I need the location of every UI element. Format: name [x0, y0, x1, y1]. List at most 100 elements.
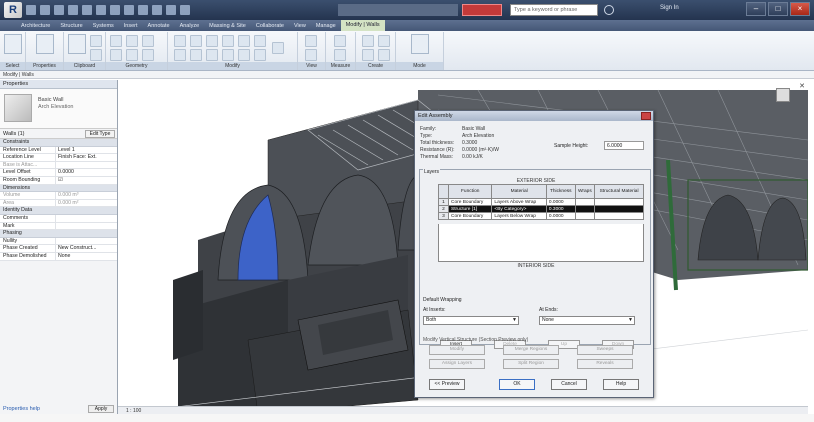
ribbon-tab[interactable]: Collaborate: [251, 23, 289, 29]
ribbon-tab[interactable]: Annotate: [143, 23, 175, 29]
edit-type-button[interactable]: Edit Type: [85, 130, 115, 138]
offset-icon[interactable]: [190, 35, 202, 47]
layer-material[interactable]: <By Category>: [491, 205, 547, 213]
layer-number[interactable]: 2: [438, 205, 449, 213]
align-icon[interactable]: [174, 35, 186, 47]
ribbon-tab[interactable]: Modify | Walls: [340, 20, 385, 31]
property-category[interactable]: Identity Data: [0, 207, 117, 215]
property-row[interactable]: Phase Demolished None: [0, 252, 117, 261]
layer-wraps-checkbox[interactable]: [574, 212, 596, 220]
property-row[interactable]: Area 0.000 m²: [0, 199, 117, 208]
ribbon-tab[interactable]: Massing & Site: [204, 23, 251, 29]
help-button[interactable]: Help: [603, 379, 639, 390]
split-face-icon[interactable]: [110, 49, 122, 61]
maximize-button[interactable]: □: [768, 2, 788, 16]
property-row[interactable]: Room Bounding ☑: [0, 176, 117, 185]
scale-icon[interactable]: [254, 49, 266, 61]
property-value[interactable]: [56, 215, 117, 222]
binoculars-icon[interactable]: [604, 5, 614, 15]
modify-tool-icon[interactable]: [4, 34, 22, 54]
ribbon-tab[interactable]: Structure: [55, 23, 87, 29]
3d-view-icon[interactable]: [124, 5, 134, 15]
instance-filter[interactable]: Walls (1) Edit Type: [0, 129, 117, 139]
layer-function[interactable]: Core Boundary: [447, 212, 493, 220]
create-assembly-icon[interactable]: [362, 35, 374, 47]
layer-material[interactable]: Layers Below Wrap: [491, 212, 547, 220]
override-icon[interactable]: [305, 49, 317, 61]
property-value[interactable]: ☑: [56, 177, 117, 184]
properties-icon[interactable]: [36, 34, 54, 54]
layer-structural-checkbox[interactable]: [594, 205, 644, 213]
property-value[interactable]: None: [56, 253, 117, 260]
ribbon-tab[interactable]: Systems: [88, 23, 119, 29]
property-row[interactable]: Location Line Finish Face: Ext.: [0, 154, 117, 162]
switch-windows-icon[interactable]: [180, 5, 190, 15]
ribbon-tab[interactable]: View: [289, 23, 311, 29]
apply-button[interactable]: Apply: [88, 405, 114, 413]
merge-regions-button[interactable]: Merge Regions: [503, 345, 559, 355]
property-value[interactable]: 0.000 m²: [56, 200, 117, 207]
pin-icon[interactable]: [254, 35, 266, 47]
section-icon[interactable]: [138, 5, 148, 15]
layer-row[interactable]: 2 Structure [1] <By Category> 0.3000: [438, 205, 644, 213]
ribbon-tab[interactable]: Architecture: [16, 23, 55, 29]
property-category[interactable]: Phasing: [0, 230, 117, 238]
delete-icon[interactable]: [272, 42, 284, 54]
mirror-pick-icon[interactable]: [206, 35, 218, 47]
cope-icon[interactable]: [110, 35, 122, 47]
edit-profile-icon[interactable]: [411, 34, 429, 54]
array-icon[interactable]: [238, 49, 250, 61]
layer-row[interactable]: 1 Core Boundary Layers Above Wrap 0.0000: [438, 198, 644, 206]
join-icon[interactable]: [142, 35, 154, 47]
ok-button[interactable]: OK: [499, 379, 535, 390]
sign-in-link[interactable]: Sign In: [660, 5, 679, 11]
layer-thickness[interactable]: 0.0000: [545, 198, 576, 206]
sweeps-button[interactable]: Sweeps: [577, 345, 633, 355]
cut-geometry-icon[interactable]: [126, 35, 138, 47]
layer-wraps-checkbox[interactable]: [574, 205, 596, 213]
property-value[interactable]: [56, 223, 117, 230]
sample-height-input[interactable]: 6.0000: [604, 141, 644, 150]
trim-icon[interactable]: [222, 49, 234, 61]
at-ends-select[interactable]: None ▼: [539, 316, 635, 325]
layer-number[interactable]: 3: [438, 212, 449, 220]
cut-icon[interactable]: [90, 35, 102, 47]
ribbon-tab[interactable]: Analyze: [175, 23, 205, 29]
property-value[interactable]: [56, 162, 117, 169]
undo-icon[interactable]: [54, 5, 64, 15]
create-parts-icon[interactable]: [378, 35, 390, 47]
property-value[interactable]: Level 1: [56, 147, 117, 154]
wall-joins-icon[interactable]: [142, 49, 154, 61]
create-group-icon[interactable]: [362, 49, 374, 61]
redo-icon[interactable]: [68, 5, 78, 15]
property-row[interactable]: Reference Level Level 1: [0, 146, 117, 155]
save-icon[interactable]: [40, 5, 50, 15]
dialog-close-button[interactable]: [641, 112, 651, 120]
layer-function[interactable]: Structure [1]: [447, 205, 493, 213]
at-inserts-select[interactable]: Both ▼: [423, 316, 519, 325]
split-region-button[interactable]: Split Region: [503, 359, 559, 369]
close-button[interactable]: ×: [790, 2, 810, 16]
open-icon[interactable]: [26, 5, 36, 15]
property-row[interactable]: Mark: [0, 222, 117, 231]
type-selector[interactable]: Basic Wall Arch Elevation: [0, 89, 117, 129]
close-hidden-icon[interactable]: [166, 5, 176, 15]
paint-icon[interactable]: [126, 49, 138, 61]
assign-layers-button[interactable]: Assign Layers: [429, 359, 485, 369]
property-row[interactable]: Phase Created New Construct...: [0, 245, 117, 253]
minimize-button[interactable]: –: [746, 2, 766, 16]
layer-wraps-checkbox[interactable]: [574, 198, 596, 206]
layer-structural-checkbox[interactable]: [594, 212, 644, 220]
property-row[interactable]: Base is Attac...: [0, 161, 117, 170]
property-category[interactable]: Dimensions: [0, 184, 117, 193]
layer-material[interactable]: Layers Above Wrap: [491, 198, 547, 206]
split-icon[interactable]: [238, 35, 250, 47]
modify-button[interactable]: Modify: [429, 345, 485, 355]
property-row[interactable]: Volume 0.000 m³: [0, 192, 117, 200]
paste-icon[interactable]: [68, 34, 86, 54]
ribbon-tab[interactable]: Insert: [119, 23, 143, 29]
property-value[interactable]: 0.000 m³: [56, 192, 117, 199]
layer-thickness[interactable]: 0.0000: [545, 212, 576, 220]
text-icon[interactable]: [110, 5, 120, 15]
property-row[interactable]: Level Offset 0.0000: [0, 169, 117, 177]
